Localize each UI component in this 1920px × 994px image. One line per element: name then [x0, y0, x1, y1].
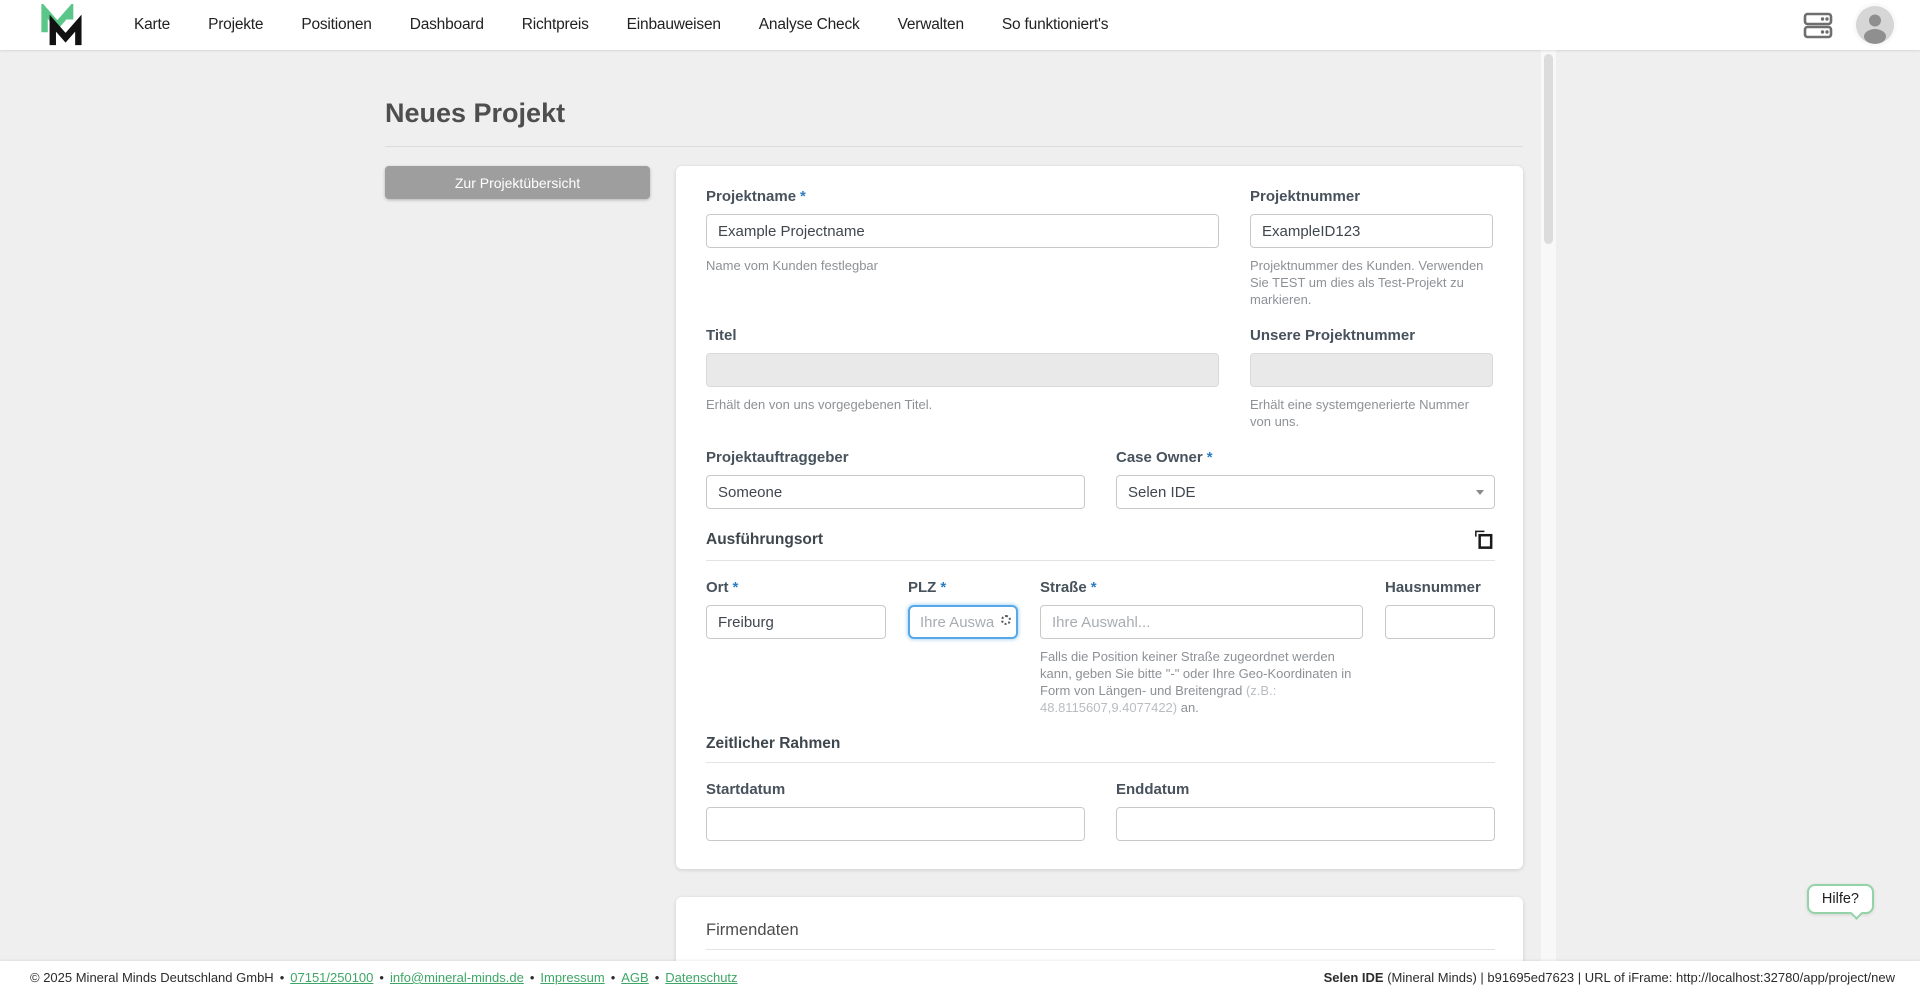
- server-icon[interactable]: [1802, 9, 1834, 41]
- scrollbar-thumb[interactable]: [1544, 54, 1553, 244]
- firmendaten-section-header: Firmendaten: [706, 921, 1495, 950]
- loading-spinner-icon: [1001, 615, 1011, 625]
- title-divider: [385, 146, 1523, 147]
- projektname-helper: Name vom Kunden festlegbar: [706, 258, 878, 273]
- projektnummer-label: Projektnummer: [1250, 188, 1361, 205]
- titel-input: [706, 353, 1219, 387]
- strasse-helper: Falls die Position keiner Straße zugeord…: [1040, 648, 1363, 716]
- nav-item-einbauweisen[interactable]: Einbauweisen: [627, 16, 721, 34]
- projektname-input[interactable]: [706, 214, 1219, 248]
- strasse-label-text: Straße: [1040, 579, 1087, 596]
- nav-item-positionen[interactable]: Positionen: [301, 16, 372, 34]
- hausnummer-input[interactable]: [1385, 605, 1495, 639]
- unsere-projektnummer-input: [1250, 353, 1493, 387]
- footer-separator: •: [654, 970, 660, 985]
- ausfuehrungsort-title: Ausführungsort: [706, 530, 824, 548]
- projektname-label-text: Projektname: [706, 188, 797, 205]
- nav-item-so-funktionierts[interactable]: So funktioniert's: [1002, 16, 1109, 34]
- strasse-helper-suffix: an.: [1177, 700, 1199, 715]
- footer-separator: •: [610, 970, 616, 985]
- startdatum-input[interactable]: [706, 807, 1085, 841]
- titel-label: Titel: [706, 327, 737, 344]
- brand-logo[interactable]: [38, 4, 84, 46]
- enddatum-label: Enddatum: [1116, 781, 1190, 798]
- enddatum-input[interactable]: [1116, 807, 1495, 841]
- help-button-label: Hilfe?: [1821, 891, 1859, 907]
- case-owner-label: Case Owner *: [1116, 449, 1495, 466]
- footer-link-agb[interactable]: AGB: [621, 970, 648, 985]
- footer-separator: •: [279, 970, 285, 985]
- hausnummer-label: Hausnummer: [1385, 579, 1481, 596]
- copyright-text: © 2025 Mineral Minds Deutschland GmbH: [30, 970, 274, 985]
- startdatum-label: Startdatum: [706, 781, 786, 798]
- required-asterisk: *: [940, 579, 947, 596]
- brand-logo-icon: [41, 4, 82, 46]
- footer-link-email[interactable]: info@mineral-minds.de: [390, 970, 524, 985]
- case-owner-value: Selen IDE: [1128, 483, 1196, 501]
- plz-label-text: PLZ: [908, 579, 937, 596]
- footer-left: © 2025 Mineral Minds Deutschland GmbH • …: [30, 970, 738, 985]
- required-asterisk: *: [732, 579, 739, 596]
- ausfuehrungsort-section-header: Ausführungsort: [706, 528, 1495, 561]
- nav-item-karte[interactable]: Karte: [134, 16, 170, 34]
- required-asterisk: *: [800, 188, 806, 205]
- nav-item-richtpreis[interactable]: Richtpreis: [522, 16, 589, 34]
- footer-link-datenschutz[interactable]: Datenschutz: [665, 970, 737, 985]
- titel-helper: Erhält den von uns vorgegebenen Titel.: [706, 397, 933, 412]
- zeitlicher-rahmen-section-header: Zeitlicher Rahmen: [706, 735, 1495, 763]
- session-info: Selen IDE (Mineral Minds) | b91695ed7623…: [1324, 970, 1895, 985]
- strasse-label: Straße *: [1040, 579, 1363, 596]
- footer-separator: •: [529, 970, 535, 985]
- page-footer: © 2025 Mineral Minds Deutschland GmbH • …: [0, 961, 1920, 994]
- user-avatar-icon[interactable]: [1856, 6, 1894, 44]
- copy-icon: [1475, 530, 1493, 549]
- nav-item-projekte[interactable]: Projekte: [208, 16, 263, 34]
- copy-location-button[interactable]: [1472, 528, 1495, 551]
- unsere-projektnummer-helper: Erhält eine systemgenerierte Nummer von …: [1250, 397, 1469, 429]
- plz-label: PLZ *: [908, 579, 1018, 596]
- footer-separator: •: [379, 970, 384, 985]
- projektauftraggeber-label: Projektauftraggeber: [706, 449, 849, 466]
- required-asterisk: *: [1090, 579, 1097, 596]
- nav-item-dashboard[interactable]: Dashboard: [410, 16, 484, 34]
- help-button[interactable]: Hilfe?: [1806, 884, 1874, 920]
- session-user: Selen IDE: [1323, 970, 1384, 985]
- footer-link-impressum[interactable]: Impressum: [540, 970, 604, 985]
- case-owner-label-text: Case Owner: [1116, 449, 1203, 466]
- projektnummer-input[interactable]: [1250, 214, 1493, 248]
- page-title: Neues Projekt: [385, 98, 566, 128]
- session-details: (Mineral Minds) | b91695ed7623 | URL of …: [1383, 970, 1895, 985]
- main-menu: Karte Projekte Positionen Dashboard Rich…: [134, 16, 1108, 34]
- top-navbar: Karte Projekte Positionen Dashboard Rich…: [0, 0, 1920, 50]
- ort-label-text: Ort: [706, 579, 729, 596]
- iframe-scrollbar[interactable]: [1541, 50, 1556, 961]
- projektname-label: Projektname *: [706, 188, 1219, 205]
- project-form-card: Projektname* Name vom Kunden festlegbar …: [676, 166, 1523, 869]
- nav-item-analyse-check[interactable]: Analyse Check: [759, 16, 860, 34]
- project-overview-button[interactable]: Zur Projektübersicht: [385, 166, 650, 199]
- unsere-projektnummer-label: Unsere Projektnummer: [1250, 327, 1416, 344]
- firmendaten-title: Firmendaten: [706, 921, 799, 939]
- page-body: Neues Projekt Zur Projektübersicht Proje…: [0, 50, 1920, 994]
- projektnummer-helper: Projektnummer des Kunden. Verwenden Sie …: [1250, 258, 1484, 307]
- navbar-right: [1802, 6, 1894, 44]
- strasse-input[interactable]: [1040, 605, 1363, 639]
- zeitlicher-rahmen-title: Zeitlicher Rahmen: [706, 735, 841, 752]
- chevron-down-icon: [1476, 490, 1484, 495]
- strasse-helper-main: Falls die Position keiner Straße zugeord…: [1040, 649, 1352, 698]
- footer-link-phone[interactable]: 07151/250100: [290, 970, 373, 985]
- projektauftraggeber-input[interactable]: [706, 475, 1085, 509]
- nav-item-verwalten[interactable]: Verwalten: [898, 16, 964, 34]
- ort-input[interactable]: [706, 605, 886, 639]
- required-asterisk: *: [1206, 449, 1213, 466]
- case-owner-select[interactable]: Selen IDE: [1116, 475, 1495, 509]
- ort-label: Ort *: [706, 579, 886, 596]
